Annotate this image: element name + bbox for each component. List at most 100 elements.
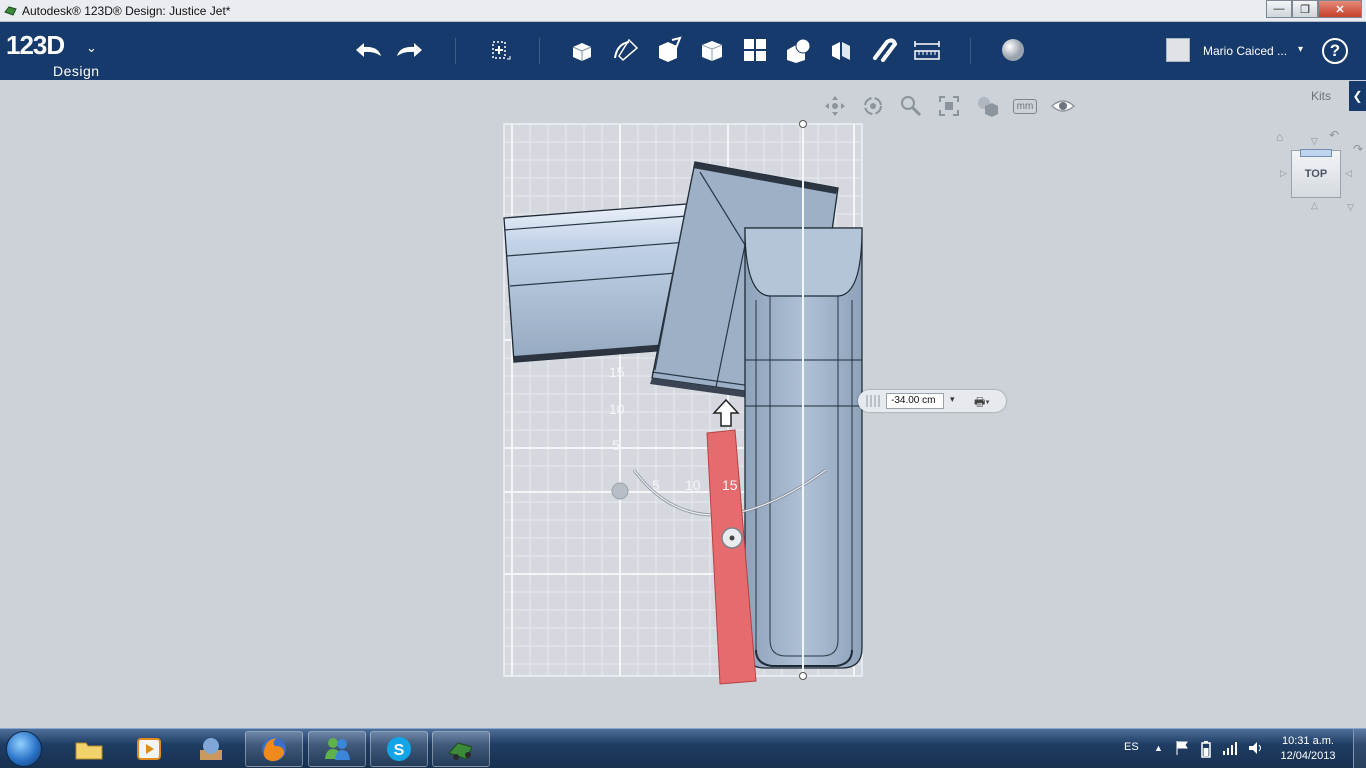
minimize-button[interactable]: —: [1266, 0, 1292, 18]
combine-button[interactable]: [823, 32, 859, 68]
media-player-taskbar-button[interactable]: [120, 731, 178, 767]
start-button[interactable]: [6, 731, 42, 767]
skype-taskbar-button[interactable]: S: [370, 731, 428, 767]
visibility-button[interactable]: [1048, 94, 1078, 118]
distance-input[interactable]: -34.00 cm: [886, 393, 944, 409]
measure-button[interactable]: [909, 32, 945, 68]
battery-icon[interactable]: [1200, 740, 1212, 758]
viewcube-left-arrow-icon[interactable]: ▷: [1280, 168, 1287, 179]
clock-date: 12/04/2013: [1280, 750, 1336, 762]
modify-icon: [701, 41, 723, 61]
modify-button[interactable]: [694, 32, 730, 68]
user-menu-caret-icon[interactable]: ▾: [1298, 44, 1303, 55]
pan-button[interactable]: [820, 94, 850, 118]
logo-subtext: Design: [53, 63, 100, 79]
measure-icon: [914, 41, 940, 60]
toolbar-separator: [539, 38, 540, 64]
show-hidden-icons-icon[interactable]: ▲: [1154, 743, 1163, 753]
action-center-flag-icon[interactable]: [1175, 740, 1189, 756]
kits-toggle-button[interactable]: ❮: [1349, 81, 1366, 111]
taskbar: S ES ▲ 10:31 a.m. 12/04/2013: [0, 728, 1366, 768]
avatar[interactable]: [1166, 38, 1190, 62]
redo-button[interactable]: [392, 32, 428, 68]
viewcube-up-arrow-icon[interactable]: △: [1311, 200, 1318, 211]
redo-icon: [397, 43, 422, 57]
rotate-cw-icon[interactable]: ↷: [1353, 142, 1363, 156]
svg-text:S: S: [394, 742, 405, 759]
orbit-icon: [864, 97, 882, 115]
zoom-icon: [901, 96, 922, 117]
sketch-button[interactable]: [608, 32, 644, 68]
folder-icon: [75, 742, 103, 760]
sketch-icon: [614, 38, 639, 62]
grid-label-y: 5: [612, 437, 620, 453]
rotate-ccw-icon[interactable]: ↶: [1329, 128, 1339, 142]
firefox-taskbar-button[interactable]: [245, 731, 303, 767]
title-bar: Autodesk® 123D® Design: Justice Jet* — ❐…: [0, 0, 1366, 22]
view-toolbar: mm: [820, 94, 1078, 118]
fit-icon: [939, 96, 959, 116]
app-menu-button[interactable]: 123D ⌄ Design: [6, 30, 99, 79]
messenger-taskbar-button[interactable]: [308, 731, 366, 767]
visual-style-button[interactable]: [972, 94, 1002, 118]
user-name[interactable]: Mario Caiced ...: [1203, 44, 1287, 58]
grid-label-x: 5: [652, 477, 660, 493]
distance-dropdown-icon[interactable]: ▾: [950, 394, 955, 405]
messenger-icon: [325, 738, 350, 760]
transform-icon: [492, 41, 511, 60]
material-button[interactable]: [995, 32, 1031, 68]
123d-design-taskbar-button[interactable]: [432, 731, 490, 767]
eye-icon: [1050, 100, 1076, 112]
kits-label[interactable]: Kits: [1311, 89, 1331, 103]
drag-handle[interactable]: [866, 395, 880, 407]
toolbar-separator: [455, 38, 456, 64]
viewport[interactable]: 15 10 5 5 10 15 mm Kits ❮ ⌂ ▽ ↶ ↷ ▷ ◁ TO…: [0, 80, 1366, 728]
primitives-icon: [572, 43, 592, 61]
home-icon[interactable]: ⌂: [1276, 130, 1283, 144]
viewcube[interactable]: TOP: [1291, 149, 1341, 198]
app-taskbar-button[interactable]: [182, 731, 240, 767]
zoom-button[interactable]: [896, 94, 926, 118]
123d-design-icon: [448, 742, 473, 760]
language-indicator[interactable]: ES: [1124, 741, 1139, 753]
viewcube-top-face[interactable]: [1300, 149, 1332, 157]
restore-button[interactable]: ❐: [1292, 0, 1318, 18]
snap-options-icon[interactable]: 🖶▾: [974, 393, 990, 414]
viewcube-down-arrow-icon[interactable]: ▽: [1311, 136, 1318, 147]
grid-label-x: 15: [722, 477, 738, 493]
explorer-taskbar-button[interactable]: [60, 731, 118, 767]
combine-icon: [832, 42, 850, 60]
app-menu-caret-icon: ⌄: [86, 40, 97, 55]
grouping-icon: [787, 38, 811, 63]
viewcube-menu-icon[interactable]: ▽: [1347, 202, 1354, 213]
snap-button[interactable]: [866, 32, 902, 68]
grouping-button[interactable]: [780, 32, 816, 68]
visual-style-icon: [978, 97, 998, 117]
media-player-icon: [137, 738, 161, 760]
fit-button[interactable]: [934, 94, 964, 118]
undo-button[interactable]: [350, 32, 386, 68]
volume-icon[interactable]: [1247, 740, 1265, 756]
snap-icon: [873, 38, 898, 62]
window-title: Autodesk® 123D® Design: Justice Jet*: [22, 4, 231, 18]
close-button[interactable]: ✕: [1318, 0, 1362, 18]
orbit-button[interactable]: [858, 94, 888, 118]
units-button[interactable]: mm: [1010, 94, 1040, 118]
help-button[interactable]: ?: [1322, 38, 1348, 64]
construct-button[interactable]: [651, 32, 687, 68]
transform-button[interactable]: [481, 32, 517, 68]
clock-time: 10:31 a.m.: [1282, 735, 1334, 747]
pan-icon: [825, 96, 845, 116]
primitives-button[interactable]: [564, 32, 600, 68]
show-desktop-button[interactable]: [1353, 729, 1366, 768]
grid-label-y: 10: [609, 401, 625, 417]
model-canvas[interactable]: 15 10 5 5 10 15: [0, 80, 1366, 728]
app-icon: [200, 738, 222, 760]
viewcube-right-arrow-icon[interactable]: ◁: [1345, 168, 1352, 179]
pattern-button[interactable]: [737, 32, 773, 68]
main-toolbar: 123D ⌄ Design Mario Caiced ... ▾ ?: [0, 22, 1366, 80]
signal-icon[interactable]: [1222, 741, 1238, 755]
clock[interactable]: 10:31 a.m. 12/04/2013: [1276, 734, 1340, 764]
units-label: mm: [1012, 98, 1038, 114]
toolbar-separator: [970, 38, 971, 64]
